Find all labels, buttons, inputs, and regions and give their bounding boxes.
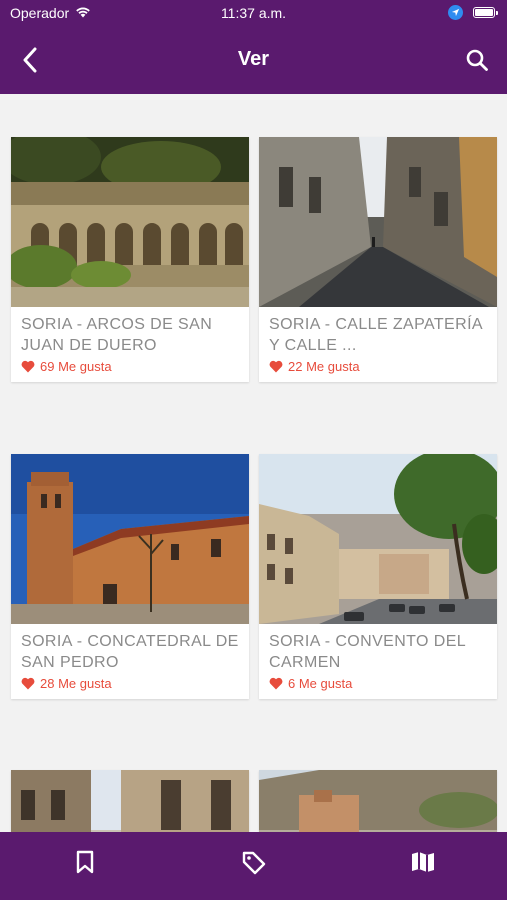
likes-label: 28 Me gusta (40, 676, 112, 691)
likes-count: 22 Me gusta (259, 357, 497, 382)
likes-label: 69 Me gusta (40, 359, 112, 374)
heart-icon (21, 360, 35, 373)
place-photo (11, 137, 249, 307)
likes-count: 6 Me gusta (259, 674, 497, 699)
place-title: SORIA - CONVENTO DEL CARMEN (269, 633, 466, 671)
tag-icon (242, 851, 265, 875)
likes-label: 22 Me gusta (288, 359, 360, 374)
place-card[interactable]: SORIA - CALLE ZAPATERÍA Y CALLE ... 22 M… (259, 137, 497, 382)
tab-bookmarks[interactable] (0, 832, 169, 900)
status-time: 11:37 a.m. (220, 5, 287, 21)
place-card[interactable]: SORIA - CONCATEDRAL DE SAN PEDRO 28 Me g… (11, 454, 249, 699)
place-title: SORIA - ARCOS DE SAN JUAN DE DUERO (21, 316, 213, 354)
place-card[interactable]: SORIA - ARCOS DE SAN JUAN DE DUERO 69 Me… (11, 137, 249, 382)
place-card[interactable] (11, 770, 249, 832)
place-photo (259, 454, 497, 624)
heart-icon (269, 677, 283, 690)
heart-icon (269, 360, 283, 373)
place-title: SORIA - CONCATEDRAL DE SAN PEDRO (21, 633, 239, 671)
status-bar: Operador 11:37 a.m. (0, 0, 507, 28)
likes-count: 69 Me gusta (11, 357, 249, 382)
tab-bar (0, 832, 507, 900)
place-photo (11, 770, 249, 832)
battery-icon (473, 7, 498, 18)
map-icon (411, 852, 434, 872)
location-icon (448, 5, 463, 20)
bookmark-icon (76, 850, 93, 874)
place-title: SORIA - CALLE ZAPATERÍA Y CALLE ... (269, 316, 483, 354)
place-photo (11, 454, 249, 624)
likes-count: 28 Me gusta (11, 674, 249, 699)
tab-map[interactable] (338, 832, 507, 900)
page-title: Ver (237, 48, 270, 70)
heart-icon (21, 677, 35, 690)
search-icon (466, 49, 488, 71)
place-card[interactable]: SORIA - CONVENTO DEL CARMEN 6 Me gusta (259, 454, 497, 699)
likes-label: 6 Me gusta (288, 676, 353, 691)
search-button[interactable] (461, 44, 493, 76)
place-photo (259, 137, 497, 307)
place-photo (259, 770, 497, 832)
places-grid: SORIA - ARCOS DE SAN JUAN DE DUERO 69 Me… (0, 94, 507, 832)
navigation-bar: Ver (0, 28, 507, 94)
place-card[interactable] (259, 770, 497, 832)
tab-tags[interactable] (169, 832, 338, 900)
